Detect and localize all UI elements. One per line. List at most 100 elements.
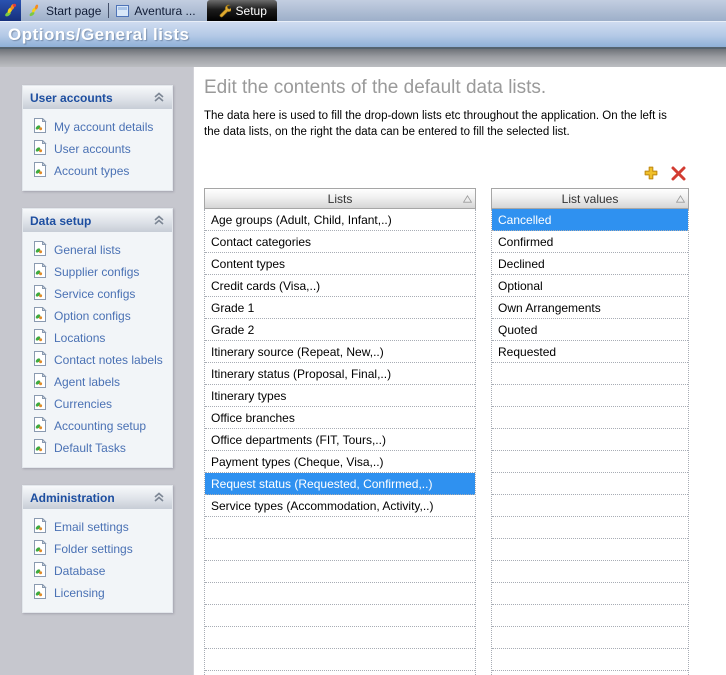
lists-row[interactable]: Office departments (FIT, Tours,..) <box>205 429 475 451</box>
sidebar-item-label: User accounts <box>54 142 131 156</box>
document-icon <box>33 394 47 413</box>
sidebar-item-default-tasks[interactable]: Default Tasks <box>23 437 172 459</box>
section-header-data-setup[interactable]: Data setup <box>23 209 172 232</box>
sidebar-section-data-setup: Data setup General lists Supplier configs S… <box>22 208 173 468</box>
lists-table-header[interactable]: Lists <box>204 188 476 209</box>
collapse-chevron-icon <box>154 492 164 502</box>
sidebar-item-account-types[interactable]: Account types <box>23 160 172 182</box>
lists-row[interactable]: Payment types (Cheque, Visa,..) <box>205 451 475 473</box>
lists-row[interactable]: Age groups (Adult, Child, Infant,..) <box>205 209 475 231</box>
add-value-button[interactable] <box>641 163 661 183</box>
sidebar-item-service-configs[interactable]: Service configs <box>23 283 172 305</box>
sidebar-item-currencies[interactable]: Currencies <box>23 393 172 415</box>
sidebar-item-label: Supplier configs <box>54 265 140 279</box>
list-values-row[interactable]: Own Arrangements <box>492 297 688 319</box>
sidebar-item-label: Default Tasks <box>54 441 126 455</box>
list-values-row[interactable]: Optional <box>492 275 688 297</box>
sidebar-item-agent-labels[interactable]: Agent labels <box>23 371 172 393</box>
sort-ascending-icon <box>463 195 472 203</box>
start-page-icon <box>28 4 41 17</box>
sidebar-item-my-account-details[interactable]: My account details <box>23 116 172 138</box>
sidebar-item-folder-settings[interactable]: Folder settings <box>23 538 172 560</box>
sidebar-item-supplier-configs[interactable]: Supplier configs <box>23 261 172 283</box>
content-area: User accounts My account details User acco… <box>0 67 726 675</box>
list-values-row-empty <box>492 649 688 671</box>
tab-label: Start page <box>46 3 102 18</box>
sort-ascending-icon <box>676 195 685 203</box>
list-values-row-empty <box>492 429 688 451</box>
sidebar-item-locations[interactable]: Locations <box>23 327 172 349</box>
sidebar-section-user-accounts: User accounts My account details User acco… <box>22 85 173 191</box>
lists-row[interactable]: Request status (Requested, Confirmed,..) <box>205 473 475 495</box>
tab-setup[interactable]: Setup <box>206 0 277 21</box>
list-values-row-empty <box>492 583 688 605</box>
document-icon <box>33 284 47 303</box>
section-header-administration[interactable]: Administration <box>23 486 172 509</box>
list-values-table: List values Cancelled Confirmed Declined Opt… <box>491 188 689 675</box>
list-values-row[interactable]: Declined <box>492 253 688 275</box>
header-shadow-strip <box>0 49 726 67</box>
sidebar-item-label: Database <box>54 564 106 578</box>
document-icon <box>33 240 47 259</box>
values-table-header[interactable]: List values <box>491 188 689 209</box>
sidebar-item-label: Email settings <box>54 520 129 534</box>
lists-row[interactable]: Credit cards (Visa,..) <box>205 275 475 297</box>
delete-value-button[interactable] <box>668 163 688 183</box>
section-header-user-accounts[interactable]: User accounts <box>23 86 172 109</box>
sidebar-item-licensing[interactable]: Licensing <box>23 582 172 604</box>
lists-row[interactable]: Grade 1 <box>205 297 475 319</box>
sidebar-item-email-settings[interactable]: Email settings <box>23 516 172 538</box>
tab-start-page[interactable]: Start page <box>21 0 108 21</box>
document-icon <box>33 139 47 158</box>
list-values-row-empty <box>492 671 688 675</box>
document-icon <box>33 306 47 325</box>
list-values-row[interactable]: Requested <box>492 341 688 363</box>
tab-label: Setup <box>235 3 267 18</box>
sidebar-item-label: Accounting setup <box>54 419 147 433</box>
lists-row[interactable]: Itinerary types <box>205 385 475 407</box>
sidebar-item-label: Service configs <box>54 287 136 301</box>
sidebar-item-database[interactable]: Database <box>23 560 172 582</box>
sidebar-item-accounting-setup[interactable]: Accounting setup <box>23 415 172 437</box>
sidebar-item-user-accounts[interactable]: User accounts <box>23 138 172 160</box>
tab-aventura[interactable]: Aventura ... <box>109 0 202 21</box>
lists-row[interactable]: Content types <box>205 253 475 275</box>
sidebar-item-label: Locations <box>54 331 106 345</box>
sidebar-item-label: My account details <box>54 120 154 134</box>
list-values-row[interactable]: Cancelled <box>492 209 688 231</box>
list-values-row-empty <box>492 627 688 649</box>
list-values-row-empty <box>492 495 688 517</box>
document-icon <box>33 161 47 180</box>
sidebar-item-contact-notes-labels[interactable]: Contact notes labels <box>23 349 172 371</box>
page-description: The data here is used to fill the drop-d… <box>204 110 667 139</box>
plus-icon <box>644 166 658 180</box>
sidebar-item-label: Licensing <box>54 586 105 600</box>
document-icon <box>33 117 47 136</box>
lists-row-empty <box>205 605 475 627</box>
page-header: Options/General lists <box>0 21 726 49</box>
document-icon <box>33 416 47 435</box>
column-title: List values <box>561 191 619 206</box>
lists-row[interactable]: Service types (Accommodation, Activity,.… <box>205 495 475 517</box>
document-icon <box>33 561 47 580</box>
list-values-row[interactable]: Quoted <box>492 319 688 341</box>
sidebar-item-general-lists[interactable]: General lists <box>23 239 172 261</box>
sidebar-item-label: Contact notes labels <box>54 353 163 367</box>
document-icon <box>33 517 47 536</box>
lists-row[interactable]: Contact categories <box>205 231 475 253</box>
lists-row[interactable]: Itinerary status (Proposal, Final,..) <box>205 363 475 385</box>
document-icon <box>33 350 47 369</box>
x-icon <box>671 166 685 180</box>
lists-row[interactable]: Grade 2 <box>205 319 475 341</box>
list-values-row-empty <box>492 605 688 627</box>
sidebar-item-label: Option configs <box>54 309 131 323</box>
sidebar-item-label: Folder settings <box>54 542 133 556</box>
tab-bar: Start page Aventura ... Setup <box>0 0 726 21</box>
page-heading: Edit the contents of the default data li… <box>204 77 547 98</box>
lists-row[interactable]: Office branches <box>205 407 475 429</box>
sidebar-item-option-configs[interactable]: Option configs <box>23 305 172 327</box>
lists-row[interactable]: Itinerary source (Repeat, New,..) <box>205 341 475 363</box>
list-values-row[interactable]: Confirmed <box>492 231 688 253</box>
list-values-row-empty <box>492 561 688 583</box>
sidebar-item-label: Currencies <box>54 397 113 411</box>
